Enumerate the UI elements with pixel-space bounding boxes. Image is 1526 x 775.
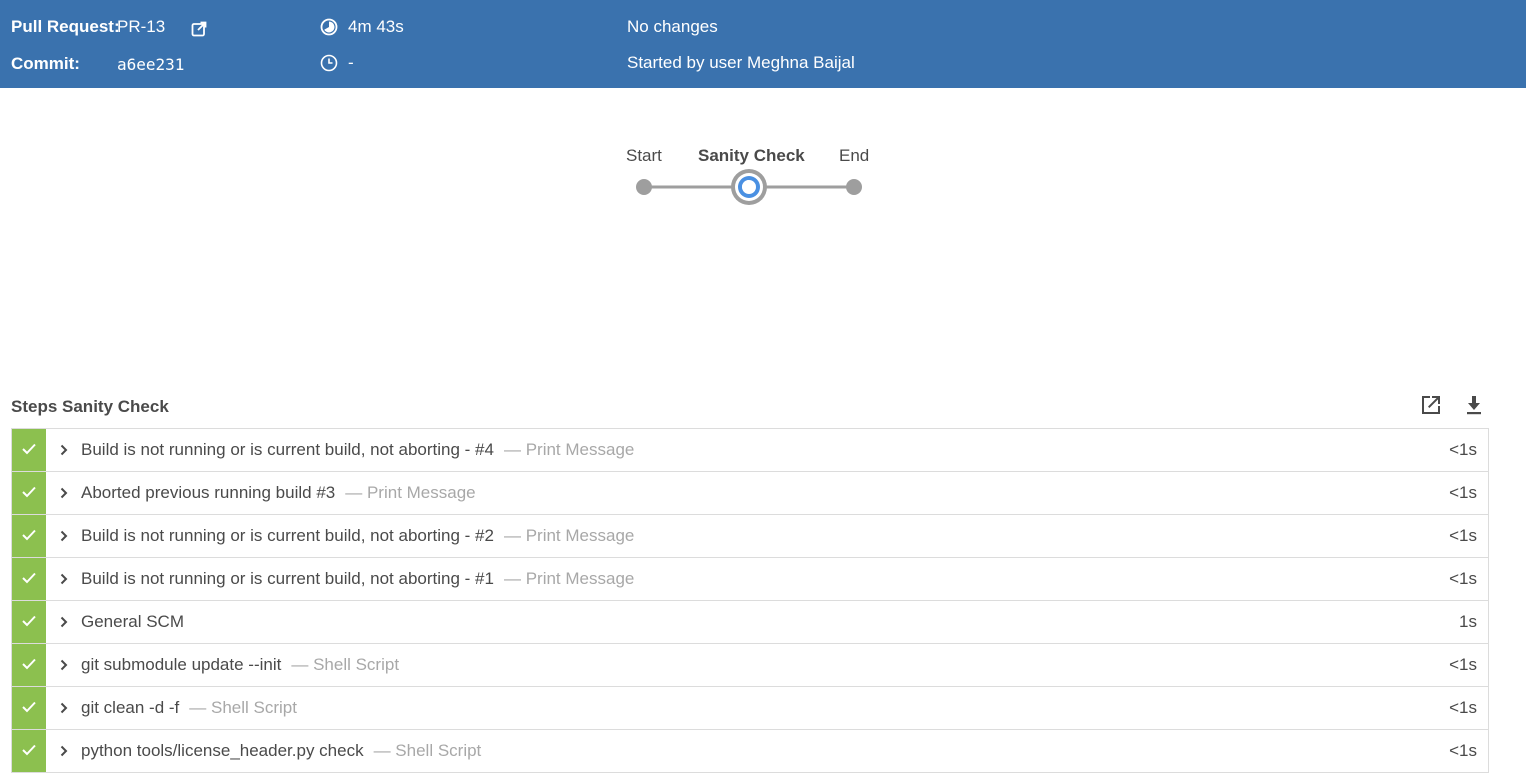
step-label: git clean -d -f (81, 698, 180, 717)
step-status-success (12, 644, 46, 686)
commit-value[interactable]: a6ee231 (117, 55, 184, 75)
commit-label: Commit: (11, 54, 80, 73)
clock-icon (320, 54, 338, 72)
stage-end-node (846, 179, 862, 195)
step-status-success (12, 558, 46, 600)
step-status-success (12, 730, 46, 772)
steps-list: Build is not running or is current build… (11, 428, 1489, 773)
step-type: — Shell Script (189, 698, 297, 717)
step-type: — Print Message (503, 526, 635, 545)
step-row[interactable]: git submodule update --init — Shell Scrip… (11, 644, 1489, 687)
chevron-right-icon[interactable] (60, 573, 68, 585)
step-type: — Shell Script (291, 655, 400, 674)
check-icon (22, 443, 36, 455)
check-icon (22, 529, 36, 541)
started-by-text: Started by user Meghna Baijal (627, 53, 855, 72)
step-row[interactable]: Build is not running or is current build… (11, 515, 1489, 558)
step-label: python tools/license_header.py check (81, 741, 364, 760)
chevron-right-icon[interactable] (60, 530, 68, 542)
check-icon (22, 572, 36, 584)
check-icon (22, 615, 36, 627)
step-label: Build is not running or is current build… (81, 440, 494, 459)
changes-text: No changes (627, 17, 718, 36)
step-type: — Print Message (345, 483, 476, 502)
check-icon (22, 486, 36, 498)
stage-sanity-check-node[interactable] (731, 169, 767, 205)
step-status-success (12, 687, 46, 729)
step-duration: <1s (1449, 741, 1477, 760)
open-in-new-icon[interactable] (1419, 393, 1443, 417)
step-duration: 1s (1459, 612, 1477, 631)
duration-value: 4m 43s (348, 17, 404, 36)
step-type: — Shell Script (373, 741, 482, 760)
external-link-icon[interactable] (191, 21, 207, 37)
step-label: Aborted previous running build #3 (81, 483, 336, 502)
step-type: — Print Message (503, 569, 635, 588)
chevron-right-icon[interactable] (60, 487, 68, 499)
step-status-success (12, 429, 46, 471)
step-duration: <1s (1449, 569, 1477, 588)
chevron-right-icon[interactable] (60, 444, 68, 456)
started-ago-value: - (348, 53, 354, 72)
step-duration: <1s (1449, 440, 1477, 459)
step-label: git submodule update --init (81, 655, 282, 674)
step-duration: <1s (1449, 698, 1477, 717)
step-duration: <1s (1449, 483, 1477, 502)
chevron-right-icon[interactable] (60, 616, 68, 628)
check-icon (22, 744, 36, 756)
step-status-success (12, 601, 46, 643)
step-duration: <1s (1449, 655, 1477, 674)
download-icon[interactable] (1462, 393, 1486, 417)
step-row[interactable]: General SCM 1s (11, 601, 1489, 644)
duration-icon (320, 18, 338, 36)
step-row[interactable]: Build is not running or is current build… (11, 558, 1489, 601)
step-status-success (12, 472, 46, 514)
run-details-header: Pull Request: PR-13 Commit: a6ee231 4m 4… (0, 0, 1526, 88)
pipeline-graph (636, 169, 862, 205)
step-label: General SCM (81, 612, 184, 631)
chevron-right-icon[interactable] (60, 702, 68, 714)
step-row[interactable]: Aborted previous running build #3 — Print… (11, 472, 1489, 515)
step-row[interactable]: Build is not running or is current build… (11, 428, 1489, 472)
stage-start-node (636, 179, 652, 195)
steps-title: Steps Sanity Check (11, 397, 169, 416)
step-type: — Print Message (503, 440, 635, 459)
chevron-right-icon[interactable] (60, 745, 68, 757)
check-icon (22, 658, 36, 670)
check-icon (22, 701, 36, 713)
step-status-success (12, 515, 46, 557)
pr-value[interactable]: PR-13 (117, 17, 165, 37)
step-duration: <1s (1449, 526, 1477, 545)
step-label: Build is not running or is current build… (81, 569, 494, 588)
pr-label: Pull Request: (11, 17, 120, 36)
chevron-right-icon[interactable] (60, 659, 68, 671)
step-label: Build is not running or is current build… (81, 526, 494, 545)
step-row[interactable]: git clean -d -f — Shell Script <1s (11, 687, 1489, 730)
step-row[interactable]: python tools/license_header.py check — Sh… (11, 730, 1489, 773)
